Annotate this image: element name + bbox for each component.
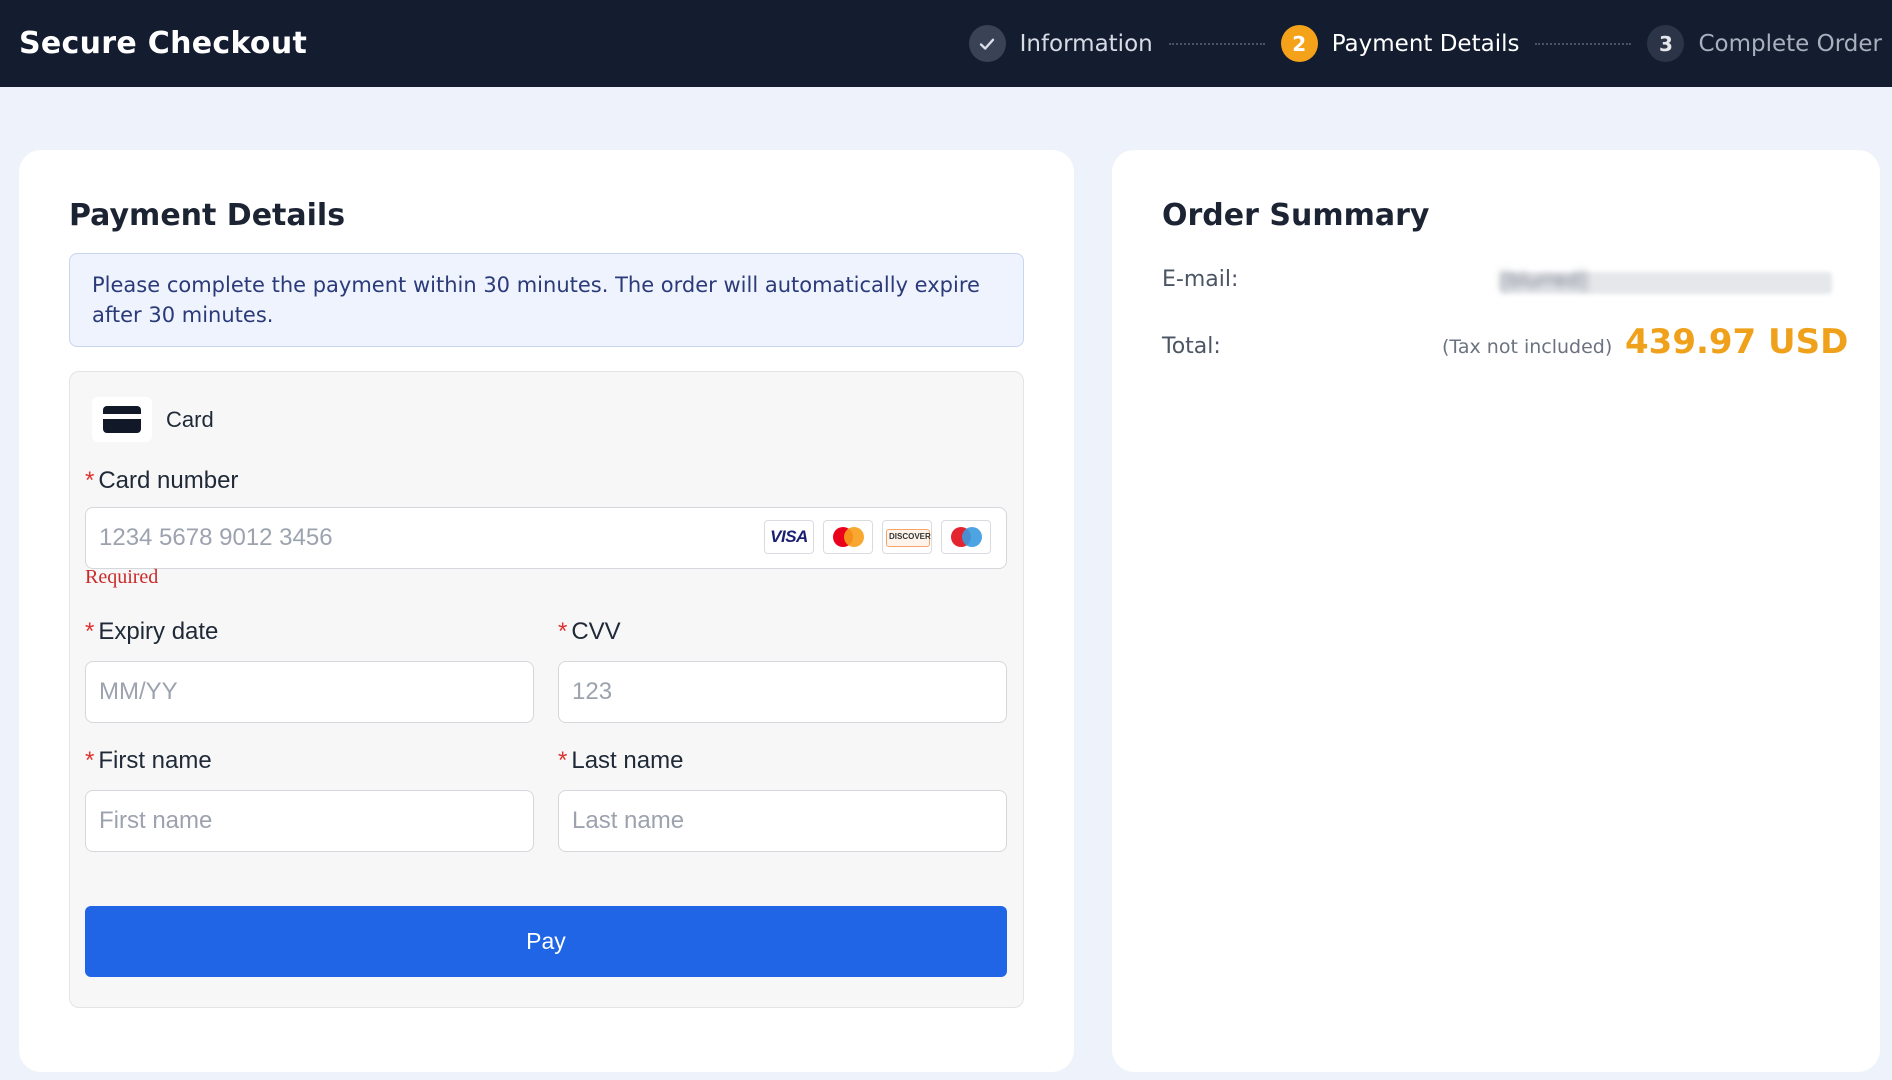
card-number-label-text: Card number (98, 467, 239, 494)
first-name-input[interactable] (85, 790, 534, 852)
total-amount: 439.97 USD (1625, 322, 1849, 362)
step-information[interactable]: Information (968, 25, 1153, 62)
step-divider (1535, 42, 1632, 45)
top-bar: Secure Checkout Information 2 Payment De… (0, 0, 1892, 87)
order-summary-title: Order Summary (1162, 198, 1430, 233)
step-divider (1168, 42, 1265, 45)
maestro-icon (941, 520, 991, 554)
mastercard-icon (823, 520, 873, 554)
card-number-error: Required (85, 566, 159, 588)
required-marker: * (85, 467, 95, 494)
step-label: Complete Order (1698, 30, 1882, 57)
email-value: [blurred] (1500, 268, 1588, 292)
checkmark-icon (968, 25, 1006, 62)
email-label: E-mail: (1162, 267, 1239, 292)
credit-card-icon (103, 406, 141, 433)
card-brand-logos: VISA DISCOVER (764, 520, 991, 554)
last-name-label-text: Last name (571, 747, 684, 774)
cvv-label-text: CVV (571, 618, 621, 645)
card-payment-form: Card *Card number VISA DISCOVER (69, 371, 1024, 1008)
card-number-wrapper: VISA DISCOVER (85, 507, 1007, 569)
payment-method-label: Card (166, 407, 214, 432)
payment-title: Payment Details (69, 198, 346, 233)
total-label: Total: (1162, 334, 1221, 359)
last-name-label: * Last name (558, 747, 683, 775)
checkout-steps: Information 2 Payment Details 3 Complete… (968, 0, 1882, 87)
step-number-badge: 3 (1647, 25, 1685, 62)
card-number-label: * Card number (85, 467, 238, 495)
tax-note: (Tax not included) (1442, 336, 1613, 358)
required-marker: * (85, 618, 95, 645)
cvv-input[interactable] (558, 661, 1007, 723)
step-complete-order: 3 Complete Order (1647, 25, 1882, 62)
page-brand-title: Secure Checkout (19, 26, 308, 61)
step-label: Information (1019, 30, 1153, 57)
cvv-label: * CVV (558, 618, 621, 646)
discover-icon: DISCOVER (882, 520, 932, 554)
payment-method-card-tab[interactable] (92, 397, 152, 442)
payment-panel: Payment Details Please complete the paym… (19, 150, 1074, 1072)
payment-timeout-notice: Please complete the payment within 30 mi… (69, 253, 1024, 347)
expiry-label: * Expiry date (85, 618, 218, 646)
order-summary-panel: Order Summary E-mail: [blurred] Total: (… (1112, 150, 1880, 1072)
step-payment-details: 2 Payment Details (1280, 25, 1520, 62)
required-marker: * (558, 747, 568, 774)
last-name-input[interactable] (558, 790, 1007, 852)
pay-button[interactable]: Pay (85, 906, 1007, 977)
step-number-badge: 2 (1280, 25, 1318, 62)
step-label: Payment Details (1331, 30, 1520, 57)
first-name-label: * First name (85, 747, 212, 775)
expiry-label-text: Expiry date (98, 618, 219, 645)
expiry-date-input[interactable] (85, 661, 534, 723)
visa-icon: VISA (764, 520, 814, 554)
required-marker: * (85, 747, 95, 774)
required-marker: * (558, 618, 568, 645)
first-name-label-text: First name (98, 747, 212, 774)
